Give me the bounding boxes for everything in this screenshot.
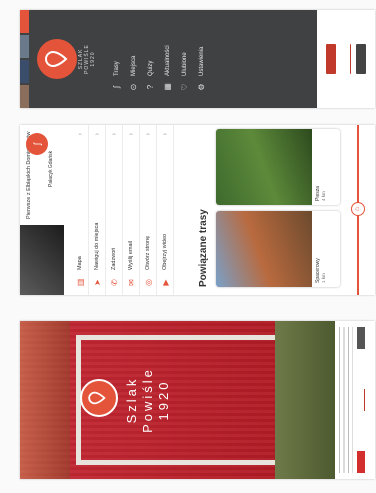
menu-item-label: Quizy	[147, 60, 154, 76]
trail-photo	[216, 129, 312, 205]
bottom-bar: ⌂	[351, 125, 375, 295]
globe-icon: ◎	[143, 279, 153, 286]
phone-icon: ✆	[109, 279, 119, 286]
action-label: Wyślij email	[128, 241, 134, 270]
landscape-image	[275, 321, 335, 479]
action-label: Mapa	[77, 256, 83, 270]
app-logo-icon[interactable]	[34, 36, 80, 82]
splash-title: Szlak Powiśle 1920	[124, 321, 172, 479]
splash-title-line: 1920	[156, 379, 171, 421]
second-place-title[interactable]: Pałacyk Gdańsk	[48, 127, 54, 187]
action-list: ▥ Mapa › ➤ Nawiguj do miejsca › ✆ Zadzwoń › ✉ W…	[72, 125, 174, 295]
place-photo	[20, 225, 64, 295]
flag-stripe	[76, 335, 276, 340]
signature-logo	[340, 44, 351, 74]
splash-title-line: Szlak	[124, 376, 139, 424]
place-detail-screen: Pierwsze z Elbląskich Dominikanów ʃ Pała…	[20, 125, 375, 295]
action-email[interactable]: ✉ Wyślij email ›	[123, 125, 140, 295]
menu-item-label: Ustawienia	[198, 46, 205, 76]
funding-note	[339, 327, 353, 473]
route-icon: ʃ	[111, 86, 121, 88]
chevron-right-icon: ›	[76, 133, 84, 136]
action-website[interactable]: ◎ Otwórz stronę ›	[140, 125, 157, 295]
chevron-right-icon: ›	[127, 133, 135, 136]
action-video[interactable]: ▶ Obejrzyj wideo ›	[157, 125, 174, 295]
menu-item-trasy[interactable]: ʃ Trasy	[108, 45, 125, 92]
menu-item-label: Trasy	[113, 61, 120, 76]
thumbnail	[20, 10, 29, 33]
action-label: Obejrzyj wideo	[162, 233, 168, 270]
trail-caption: Spacerowy 1 km	[312, 211, 330, 287]
splash-footer	[335, 321, 375, 479]
funder-logo	[357, 327, 365, 349]
trail-meta: 1 km	[321, 273, 326, 283]
trail-photo	[216, 211, 312, 287]
menu-item-label: Ulubione	[181, 52, 188, 76]
chevron-right-icon: ›	[144, 133, 152, 136]
splash-title-line: Powiśle	[140, 367, 155, 433]
action-label: Zadzwoń	[111, 247, 117, 270]
chevron-right-icon: ›	[161, 133, 169, 136]
menu-screen: SZLAK POWIŚLE 1920 ʃ Trasy ⊙ Miejsca ? Quiz…	[20, 10, 375, 108]
navigate-icon: ➤	[92, 279, 102, 286]
action-call[interactable]: ✆ Zadzwoń ›	[106, 125, 123, 295]
sponsor-logos	[317, 10, 375, 108]
action-map[interactable]: ▥ Mapa ›	[72, 125, 89, 295]
related-trails-list: Spacerowy 1 km Piesza 4 km	[216, 129, 340, 287]
signature-logo	[357, 389, 365, 411]
chevron-right-icon: ›	[110, 133, 118, 136]
action-navigate[interactable]: ➤ Nawiguj do miejsca ›	[89, 125, 106, 295]
menu-item-label: Aktualności	[164, 45, 171, 76]
related-trails-title: Powiązane trasy	[198, 209, 209, 287]
sponsor-logo	[325, 44, 336, 74]
place-header: Pierwsze z Elbląskich Dominikanów ʃ Pała…	[20, 125, 64, 295]
menu-item-ulubione[interactable]: ♡ Ulubione	[176, 45, 193, 92]
castle-image	[20, 321, 70, 479]
video-icon: ▶	[160, 279, 170, 286]
menu-item-aktualnosci[interactable]: ▦ Aktualności	[159, 45, 176, 92]
funder-logo	[357, 451, 365, 473]
settings-icon: ⚙	[196, 83, 206, 91]
chevron-right-icon: ›	[93, 133, 101, 136]
page-frame: SZLAK POWIŚLE 1920 ʃ Trasy ⊙ Miejsca ? Quiz…	[0, 0, 376, 493]
trail-meta: 4 km	[321, 191, 326, 201]
menu-item-ustawienia[interactable]: ⚙ Ustawienia	[193, 45, 210, 92]
quiz-icon: ?	[145, 84, 155, 90]
map-icon: ▥	[75, 278, 85, 287]
menu-item-label: Miejsca	[130, 55, 137, 76]
app-logo-icon	[80, 379, 118, 417]
menu-list: ʃ Trasy ⊙ Miejsca ? Quizy ▦ Aktualności ♡ Ulu…	[108, 45, 210, 92]
place-icon: ⊙	[128, 83, 138, 91]
trail-card[interactable]: Piesza 4 km	[216, 129, 340, 205]
trail-card[interactable]: Spacerowy 1 km	[216, 211, 340, 287]
splash-screen: Szlak Powiśle 1920	[20, 321, 375, 479]
email-icon: ✉	[126, 279, 136, 286]
home-icon[interactable]: ⌂	[351, 202, 365, 216]
flag-stripe	[76, 460, 276, 465]
menu-item-miejsca[interactable]: ⊙ Miejsca	[125, 45, 142, 92]
action-label: Nawiguj do miejsca	[94, 222, 100, 270]
funder-logos	[357, 327, 365, 473]
thumbnail	[20, 85, 29, 108]
sponsor-logo	[356, 44, 367, 74]
thumbnail	[20, 60, 29, 83]
menu-item-quizy[interactable]: ? Quizy	[142, 45, 159, 92]
thumbnail	[20, 35, 29, 58]
place-badge-icon[interactable]: ʃ	[26, 133, 48, 155]
heart-icon: ♡	[179, 83, 189, 91]
news-icon: ▦	[162, 83, 172, 91]
trail-caption: Piesza 4 km	[312, 129, 330, 205]
thumbnail-strip	[20, 10, 29, 108]
menu-title-line: 1920	[90, 51, 96, 67]
action-label: Otwórz stronę	[145, 235, 151, 270]
menu-app-title: SZLAK POWIŚLE 1920	[78, 10, 96, 108]
